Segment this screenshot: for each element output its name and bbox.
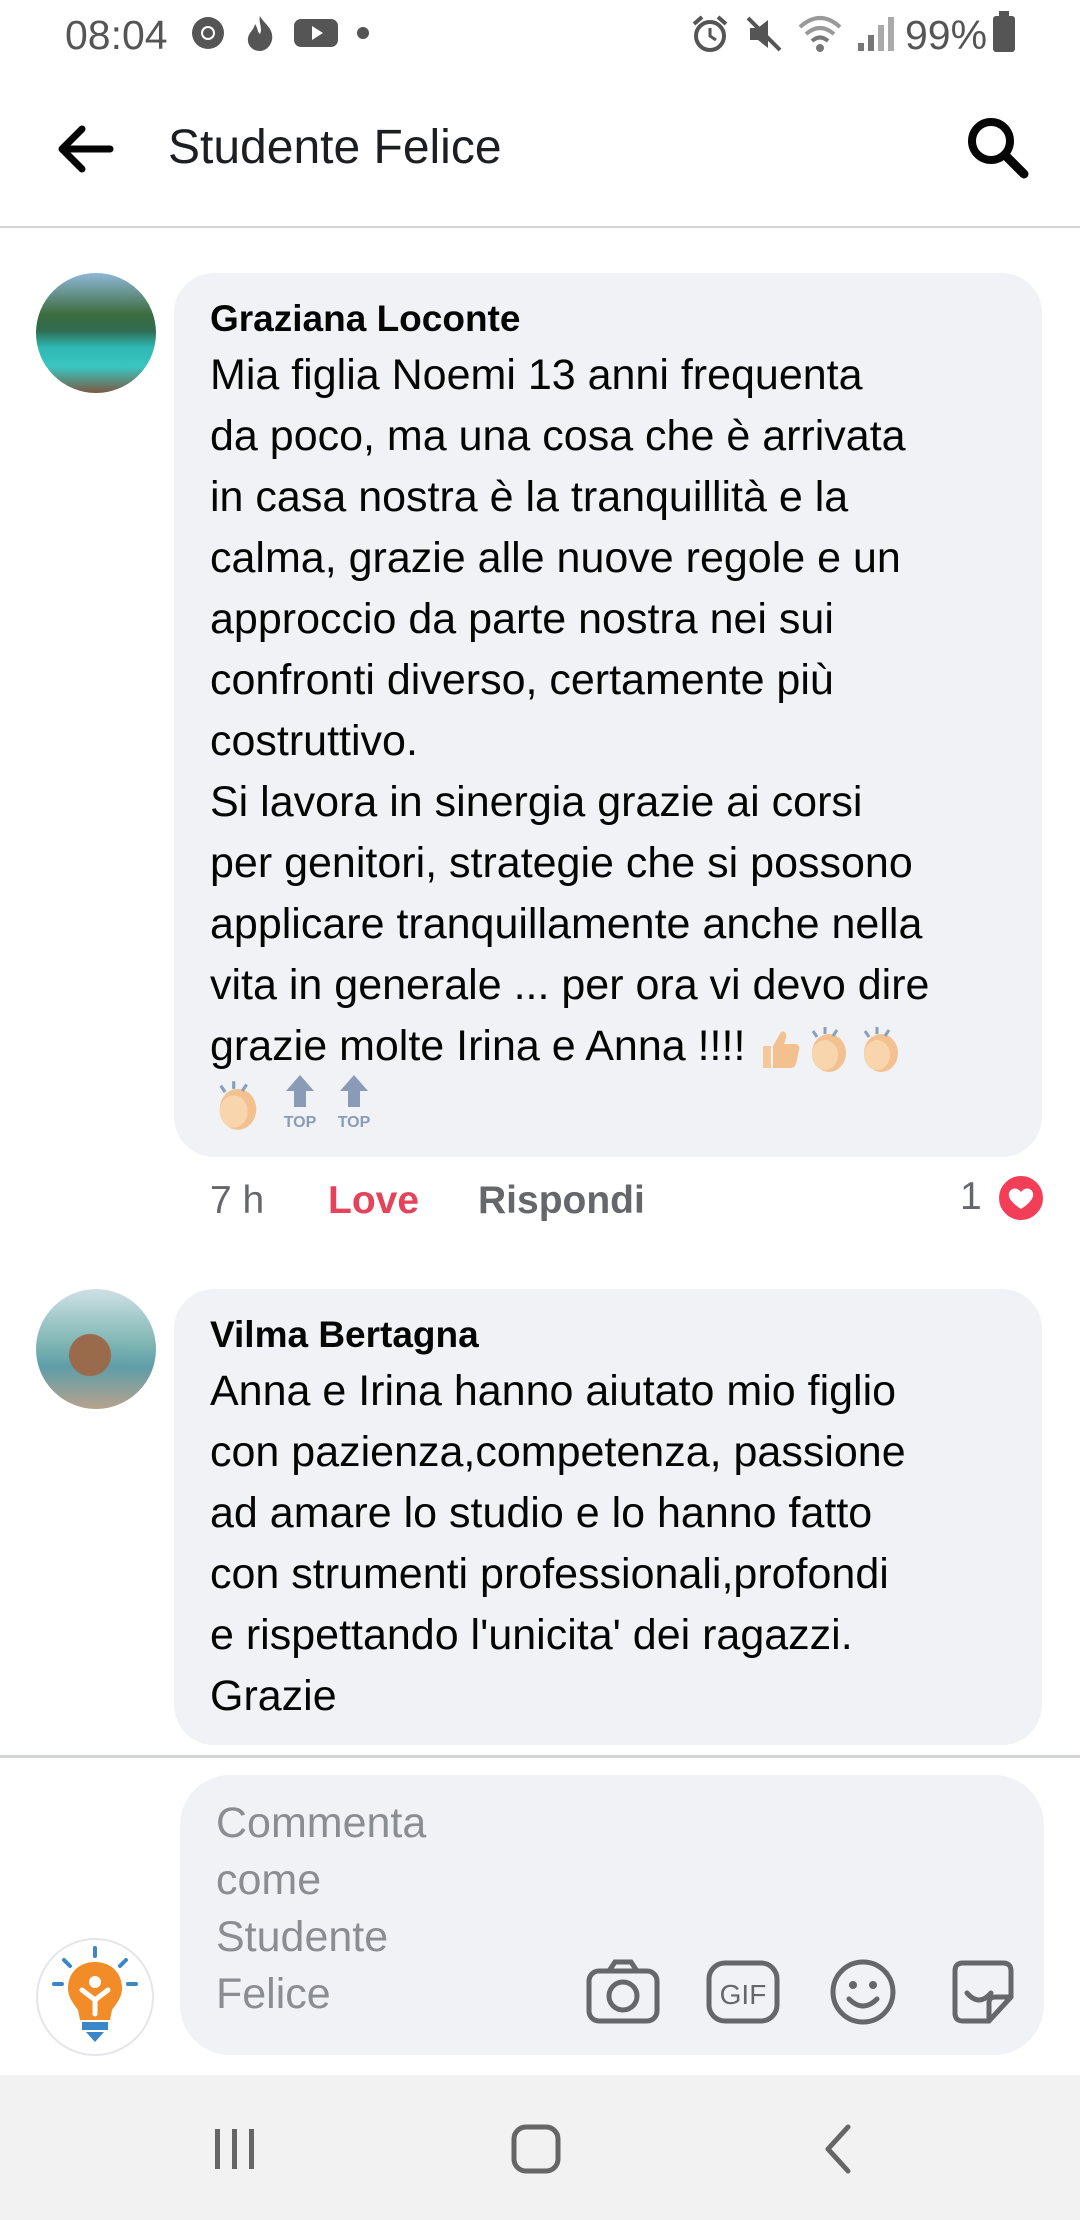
emoji-row: TOP TOP <box>210 1073 1016 1133</box>
avatar[interactable] <box>36 273 156 393</box>
camera-icon[interactable] <box>585 1957 661 2027</box>
top-badge-label: TOP <box>284 1114 317 1131</box>
youtube-icon <box>294 19 338 47</box>
gif-icon[interactable]: GIF <box>705 1957 781 2027</box>
lightbulb-logo-icon <box>52 1946 138 2042</box>
clapping-hands-icon <box>219 1081 257 1130</box>
status-time: 08:04 <box>65 12 168 58</box>
alarm-icon <box>692 15 728 52</box>
top-badge-label: TOP <box>338 1114 371 1131</box>
notification-icons <box>190 14 370 52</box>
chrome-icon <box>192 17 224 49</box>
status-bar: 08:04 99% <box>0 0 1080 72</box>
battery-icon <box>993 11 1015 52</box>
heart-reaction-icon[interactable] <box>996 1173 1046 1223</box>
recent-apps-icon[interactable] <box>205 2119 265 2179</box>
thumbs-up-icon <box>763 1031 800 1068</box>
wifi-icon <box>798 16 842 52</box>
clapping-hands-icon <box>812 1026 847 1072</box>
home-icon[interactable] <box>506 2119 566 2179</box>
top-arrow-icon: TOP <box>284 1075 317 1131</box>
page-title: Studente Felice <box>168 121 502 174</box>
reaction-count[interactable]: 1 <box>960 1175 982 1219</box>
reply-button[interactable]: Rispondi <box>478 1179 645 1223</box>
gif-label: GIF <box>720 1979 767 2010</box>
comment-text: Mia figlia Noemi 13 anni frequenta da po… <box>210 345 1016 1077</box>
search-icon[interactable] <box>962 112 1032 182</box>
app-header: Studente Felice <box>0 72 1080 228</box>
mute-icon <box>746 16 782 52</box>
clapping-hands-icon <box>864 1026 899 1072</box>
comment-placeholder: Commenta come Studente Felice <box>216 1799 427 2018</box>
love-button[interactable]: Love <box>328 1179 419 1223</box>
comment-bubble[interactable]: Graziana Loconte Mia figlia Noemi 13 ann… <box>174 273 1042 1157</box>
comment-input[interactable]: Commenta come Studente Felice GIF <box>180 1775 1044 2055</box>
heart-icon <box>1008 1188 1034 1209</box>
dot-icon <box>357 27 369 39</box>
back-arrow-icon[interactable] <box>50 114 120 184</box>
signal-icon <box>858 17 894 51</box>
comment-actions: 7 h Love Rispondi 1 <box>210 1173 1046 1229</box>
avatar[interactable] <box>36 1289 156 1409</box>
comment-bubble[interactable]: Vilma Bertagna Anna e Irina hanno aiutat… <box>174 1289 1042 1745</box>
sticker-icon[interactable] <box>945 1957 1021 2027</box>
system-icons <box>690 14 896 54</box>
comment-body: Mia figlia Noemi 13 anni frequenta da po… <box>210 351 930 1070</box>
back-nav-icon[interactable] <box>810 2119 870 2179</box>
comment-text: Anna e Irina hanno aiutato mio figlio co… <box>210 1367 906 1720</box>
top-arrow-icon: TOP <box>338 1075 371 1131</box>
emoji-icon[interactable] <box>825 1957 901 2027</box>
comment-author[interactable]: Vilma Bertagna <box>210 1311 1016 1359</box>
system-nav-bar <box>0 2075 1080 2220</box>
composer-divider <box>0 1755 1080 1758</box>
page-avatar <box>36 1938 154 2056</box>
battery-percent: 99% <box>905 12 988 58</box>
comment-author[interactable]: Graziana Loconte <box>210 295 1016 343</box>
fire-icon <box>247 16 273 51</box>
comment-time[interactable]: 7 h <box>210 1179 264 1223</box>
